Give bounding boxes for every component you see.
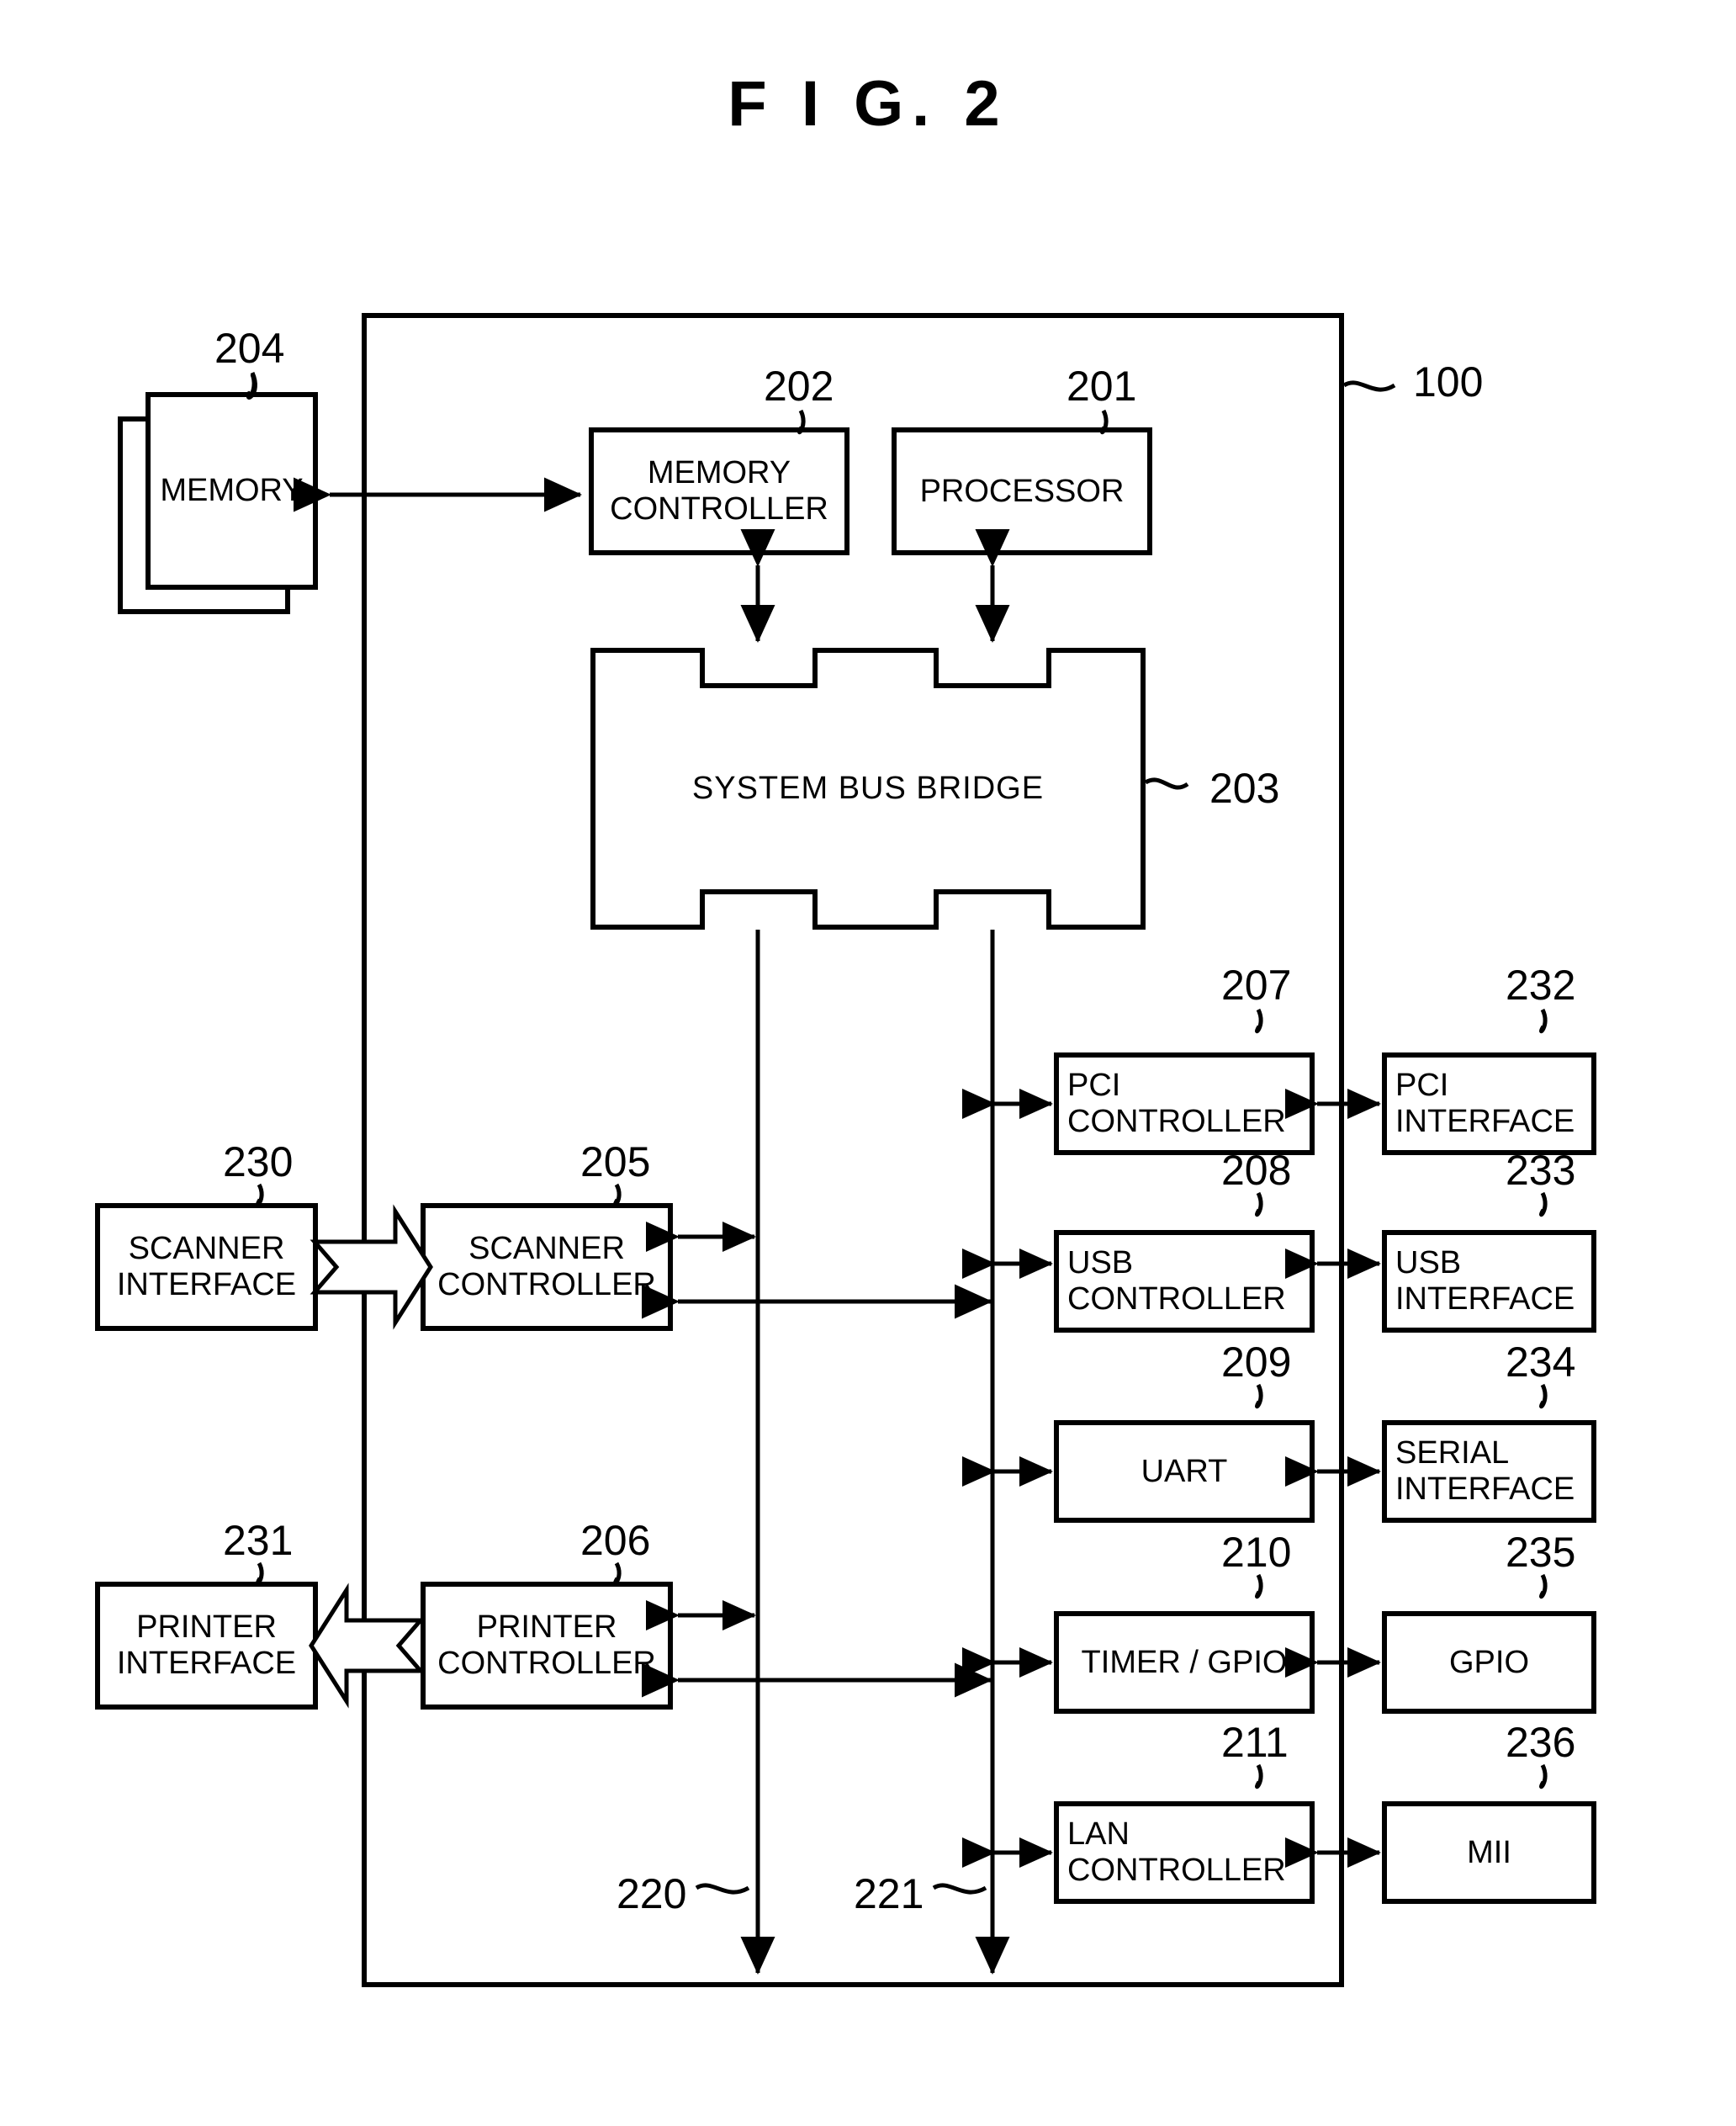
block-uart: UART (1054, 1420, 1315, 1523)
block-processor: PROCESSOR (892, 427, 1152, 555)
bridge-port-memory (700, 648, 818, 688)
ref-207: 207 (1221, 962, 1292, 1009)
ref-221: 221 (854, 1870, 924, 1917)
block-printer-controller-label-1: PRINTER (476, 1609, 617, 1646)
bridge-port-bus221 (934, 889, 1051, 930)
ref-235: 235 (1506, 1529, 1576, 1576)
block-pci-interface-label-2: INTERFACE (1395, 1104, 1575, 1139)
block-printer-controller-label-2: CONTROLLER (437, 1646, 656, 1681)
block-memory-controller: MEMORY CONTROLLER (589, 427, 849, 555)
ref-233: 233 (1506, 1147, 1576, 1194)
block-usb-interface-label-1: USB (1395, 1245, 1462, 1281)
block-memory-controller-label-1: MEMORY (647, 455, 791, 491)
block-printer-controller: PRINTER CONTROLLER (421, 1582, 673, 1710)
block-usb-interface: USB INTERFACE (1382, 1230, 1596, 1333)
ref-204: 204 (214, 325, 285, 372)
block-memory-label: MEMORY (160, 473, 304, 509)
block-memory-controller-label-2: CONTROLLER (610, 491, 828, 527)
block-serial-interface-label-1: SERIAL (1395, 1435, 1510, 1471)
ref-205: 205 (580, 1138, 651, 1185)
block-scanner-controller-label-2: CONTROLLER (437, 1267, 656, 1302)
bridge-port-processor (934, 648, 1051, 688)
ref-202: 202 (764, 363, 834, 410)
block-mii: MII (1382, 1801, 1596, 1904)
block-pci-controller-label-2: CONTROLLER (1067, 1104, 1286, 1139)
block-system-bus-bridge: SYSTEM BUS BRIDGE (590, 648, 1146, 930)
block-usb-controller-label-1: USB (1067, 1245, 1134, 1281)
bridge-port-bus220 (700, 889, 818, 930)
ref-236: 236 (1506, 1719, 1576, 1766)
block-serial-interface-label-2: INTERFACE (1395, 1471, 1575, 1507)
ref-230: 230 (223, 1138, 294, 1185)
block-printer-interface-label-1: PRINTER (136, 1609, 277, 1646)
block-pci-controller: PCI CONTROLLER (1054, 1052, 1315, 1155)
block-usb-controller-label-2: CONTROLLER (1067, 1281, 1286, 1317)
block-usb-controller: USB CONTROLLER (1054, 1230, 1315, 1333)
ref-100: 100 (1413, 358, 1484, 406)
block-scanner-interface: SCANNER INTERFACE (95, 1203, 318, 1331)
ref-206: 206 (580, 1517, 651, 1564)
ref-203: 203 (1209, 765, 1280, 812)
ref-208: 208 (1221, 1147, 1292, 1194)
block-mii-label: MII (1467, 1834, 1511, 1870)
block-scanner-interface-label-2: INTERFACE (116, 1267, 297, 1302)
block-timer-gpio: TIMER / GPIO (1054, 1611, 1315, 1714)
block-printer-interface: PRINTER INTERFACE (95, 1582, 318, 1710)
ref-231: 231 (223, 1517, 294, 1564)
patent-figure-sheet: F I G. 2 MEMORY 204 MEMORY CONTROLLER 20… (0, 0, 1736, 2126)
figure-title: F I G. 2 (728, 68, 1008, 140)
block-gpio-label: GPIO (1448, 1644, 1530, 1680)
ref-210: 210 (1221, 1529, 1292, 1576)
block-scanner-controller: SCANNER CONTROLLER (421, 1203, 673, 1331)
block-timer-gpio-label: TIMER / GPIO (1081, 1644, 1288, 1680)
ref-211: 211 (1221, 1719, 1289, 1766)
block-usb-interface-label-2: INTERFACE (1395, 1281, 1575, 1317)
block-memory: MEMORY (146, 392, 318, 590)
block-processor-label: PROCESSOR (919, 473, 1125, 509)
block-uart-label: UART (1141, 1453, 1228, 1489)
block-system-bus-bridge-label: SYSTEM BUS BRIDGE (691, 771, 1045, 807)
block-scanner-controller-label-1: SCANNER (468, 1231, 625, 1267)
block-lan-controller-label-2: CONTROLLER (1067, 1853, 1286, 1888)
ref-220: 220 (617, 1870, 687, 1917)
block-lan-controller-label-1: LAN (1067, 1816, 1130, 1853)
block-gpio: GPIO (1382, 1611, 1596, 1714)
ref-209: 209 (1221, 1339, 1292, 1386)
block-pci-interface: PCI INTERFACE (1382, 1052, 1596, 1155)
block-printer-interface-label-2: INTERFACE (116, 1646, 297, 1681)
ref-232: 232 (1506, 962, 1576, 1009)
ref-234: 234 (1506, 1339, 1576, 1386)
block-pci-controller-label-1: PCI (1067, 1068, 1121, 1104)
block-scanner-interface-label-1: SCANNER (128, 1231, 285, 1267)
block-lan-controller: LAN CONTROLLER (1054, 1801, 1315, 1904)
block-serial-interface: SERIAL INTERFACE (1382, 1420, 1596, 1523)
ref-201: 201 (1066, 363, 1137, 410)
block-pci-interface-label-1: PCI (1395, 1068, 1449, 1104)
